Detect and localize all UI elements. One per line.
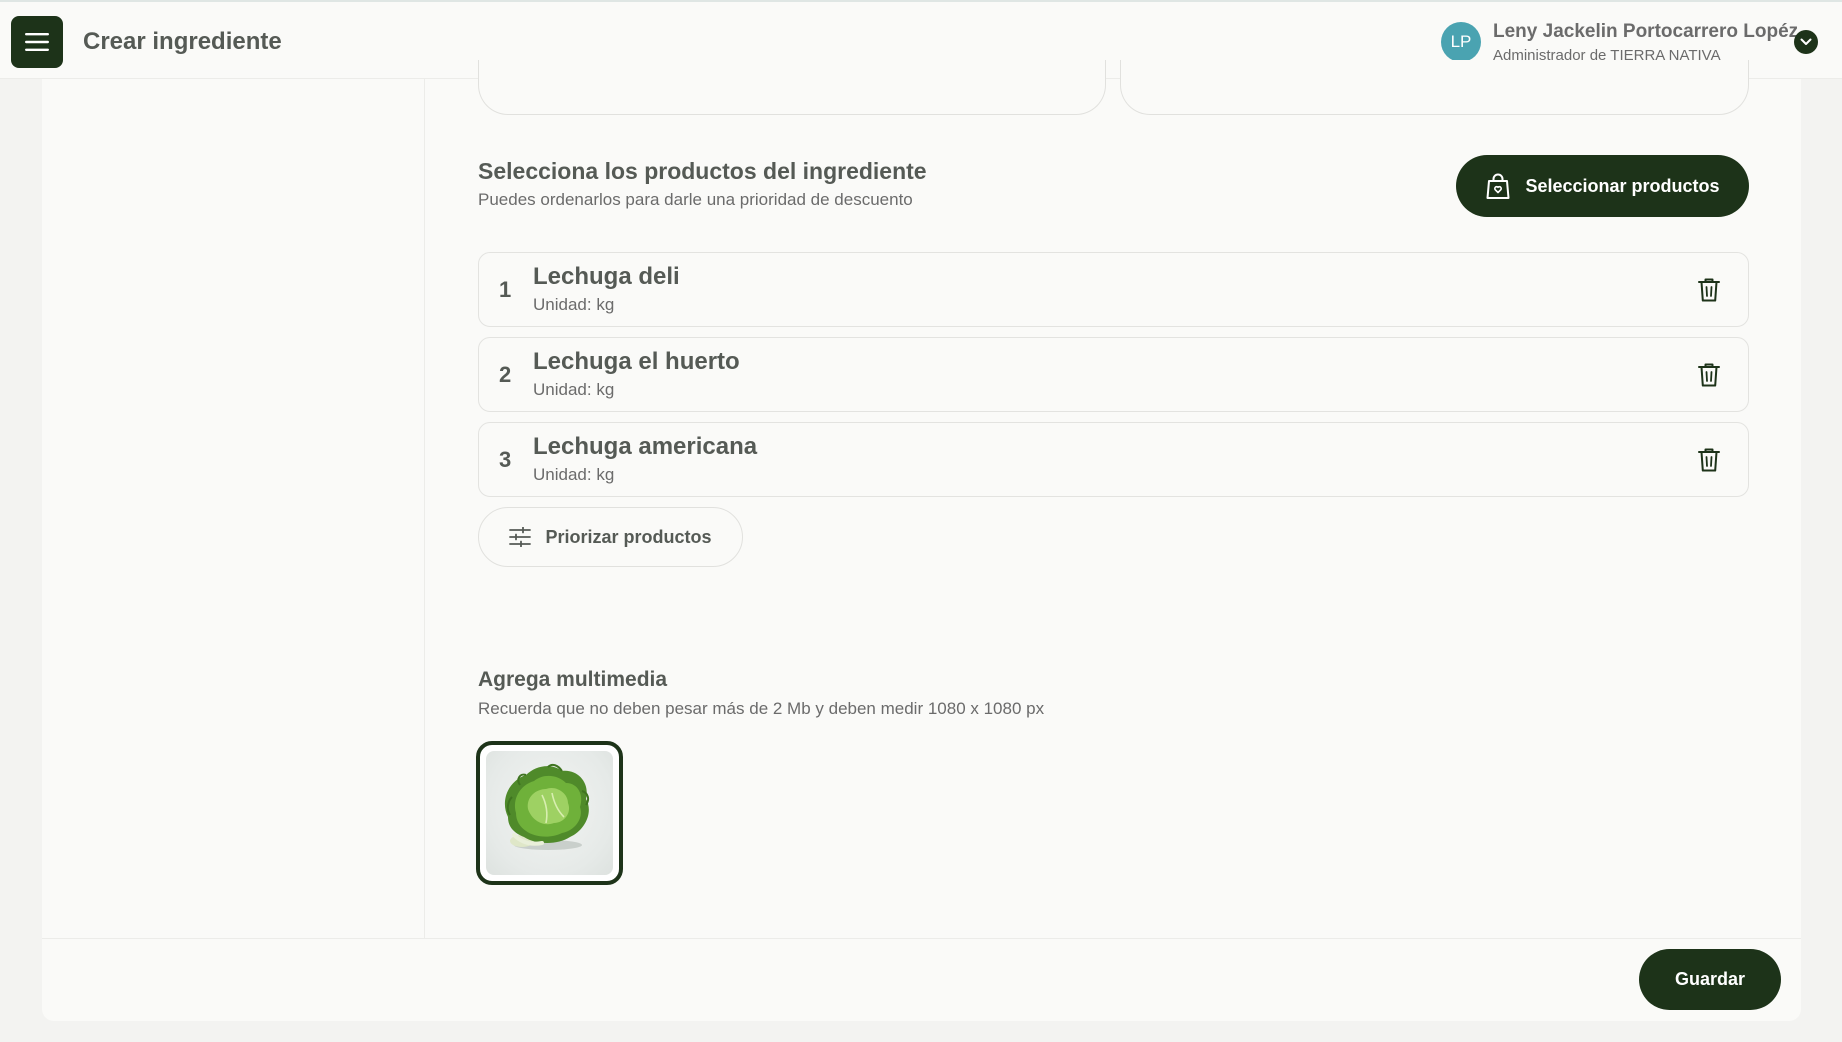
shopping-bag-icon [1486, 173, 1510, 199]
select-field-right[interactable] [1120, 60, 1749, 115]
select-products-button[interactable]: Seleccionar productos [1456, 155, 1749, 217]
delete-product-button[interactable] [1693, 273, 1725, 307]
hamburger-icon [25, 33, 49, 51]
prioritize-products-button[interactable]: Priorizar productos [478, 507, 743, 567]
media-section-title: Agrega multimedia [478, 668, 668, 691]
delete-product-button[interactable] [1693, 443, 1725, 477]
delete-product-button[interactable] [1693, 358, 1725, 392]
media-section-subtitle: Recuerda que no deben pesar más de 2 Mb … [478, 699, 1045, 718]
product-row[interactable]: 1 Lechuga deli Unidad: kg [478, 252, 1749, 327]
media-thumbnail[interactable] [476, 741, 623, 885]
page-title: Crear ingrediente [83, 28, 282, 55]
trash-icon [1698, 278, 1720, 302]
menu-button[interactable] [11, 16, 63, 68]
product-priority-number: 2 [499, 362, 512, 387]
product-row[interactable]: 2 Lechuga el huerto Unidad: kg [478, 337, 1749, 412]
lettuce-illustration [504, 763, 590, 850]
trash-icon [1698, 448, 1720, 472]
products-section-subtitle: Puedes ordenarlos para darle una priorid… [478, 190, 913, 209]
product-name: Lechuga americana [533, 433, 758, 460]
chevron-down-icon [1800, 38, 1812, 45]
select-field-left[interactable] [478, 60, 1106, 115]
product-name: Lechuga deli [533, 263, 680, 290]
select-products-label: Seleccionar productos [1525, 175, 1720, 196]
trash-icon [1698, 363, 1720, 387]
product-unit: Unidad: kg [533, 465, 615, 484]
user-menu-button[interactable] [1794, 30, 1818, 54]
product-row[interactable]: 3 Lechuga americana Unidad: kg [478, 422, 1749, 497]
avatar[interactable]: LP [1441, 22, 1481, 62]
product-unit: Unidad: kg [533, 295, 615, 314]
sidebar-divider [424, 79, 425, 938]
sliders-icon [509, 527, 532, 547]
product-unit: Unidad: kg [533, 380, 615, 399]
prioritize-products-label: Priorizar productos [545, 526, 712, 547]
product-priority-number: 3 [499, 447, 512, 472]
product-priority-number: 1 [499, 277, 512, 302]
save-button[interactable]: Guardar [1639, 949, 1781, 1010]
main-card [42, 79, 1801, 1021]
lettuce-image [486, 751, 613, 875]
products-section-title: Selecciona los productos del ingrediente [478, 158, 927, 184]
user-name: Leny Jackelin Portocarrero Lopéz [1493, 21, 1799, 42]
product-name: Lechuga el huerto [533, 348, 740, 375]
footer-divider [42, 938, 1801, 939]
